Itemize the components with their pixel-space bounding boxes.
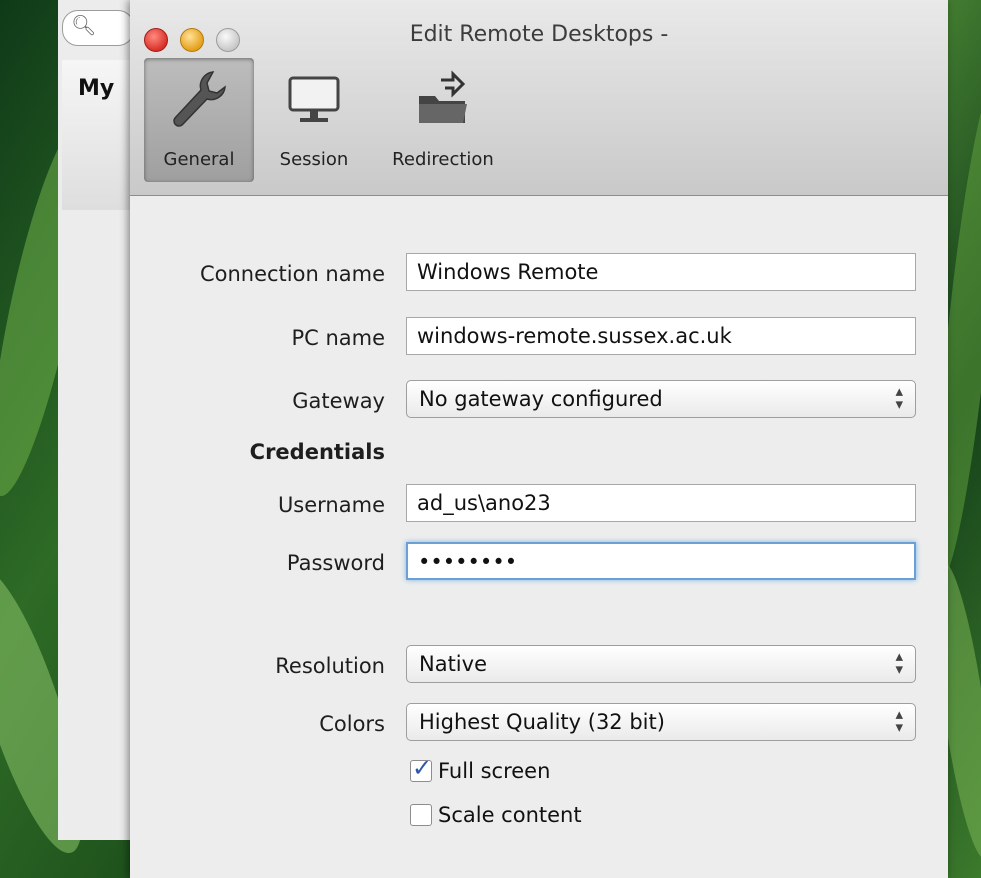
general-settings-form: Connection name Windows Remote PC name w… [130,196,948,878]
colors-label: Colors [319,712,385,736]
tab-redirection-label: Redirection [392,149,494,170]
scale-content-checkbox-row[interactable]: Scale content [410,802,582,832]
pc-name-label: PC name [291,326,385,350]
username-label: Username [277,493,385,517]
full-screen-checkbox[interactable]: ✓ [410,754,432,782]
tab-general-label: General [163,149,235,170]
credentials-heading: Credentials [249,440,385,464]
gateway-select-value: No gateway configured [419,387,663,411]
tab-redirection[interactable]: Redirection [378,58,508,182]
full-screen-label: Full screen [438,759,551,783]
tab-general[interactable]: General [144,58,254,182]
scale-content-checkbox[interactable] [410,804,432,826]
magnifier-icon: 🔍︎ [71,13,97,37]
resolution-label: Resolution [275,654,385,678]
full-screen-checkbox-row[interactable]: ✓ Full screen [410,754,551,788]
tab-session-label: Session [279,149,349,170]
edit-remote-desktops-window: Edit Remote Desktops - General Session R… [130,0,948,878]
background-sidebar-label: My [78,76,115,101]
connection-name-label: Connection name [199,262,385,286]
resolution-select-value: Native [419,652,487,676]
toolbar: Edit Remote Desktops - General Session R… [130,0,948,196]
select-arrows-icon: ▴ ▾ [895,647,903,678]
window-title: Edit Remote Desktops - [409,22,669,47]
colors-select-value: Highest Quality (32 bit) [419,710,665,734]
checkmark-icon: ✓ [412,754,433,782]
tab-session[interactable]: Session [264,58,364,182]
scale-content-label: Scale content [438,803,582,827]
gateway-select[interactable]: No gateway configured ▴ ▾ [406,380,916,418]
select-arrows-icon: ▴ ▾ [895,705,903,736]
password-field[interactable]: •••••••• [406,542,916,580]
gateway-label: Gateway [292,389,385,413]
connection-name-field[interactable]: Windows Remote [406,253,916,291]
background-search-field[interactable]: 🔍︎ [62,10,134,46]
password-label: Password [286,551,385,575]
wrench-icon [173,71,226,127]
pc-name-field[interactable]: windows-remote.sussex.ac.uk [406,317,916,355]
username-field[interactable]: ad_us\ano23 [406,484,916,522]
resolution-select[interactable]: Native ▴ ▾ [406,645,916,683]
folder-redirect-icon [419,70,467,123]
select-arrows-icon: ▴ ▾ [895,382,903,413]
monitor-icon [288,76,340,122]
colors-select[interactable]: Highest Quality (32 bit) ▴ ▾ [406,703,916,741]
